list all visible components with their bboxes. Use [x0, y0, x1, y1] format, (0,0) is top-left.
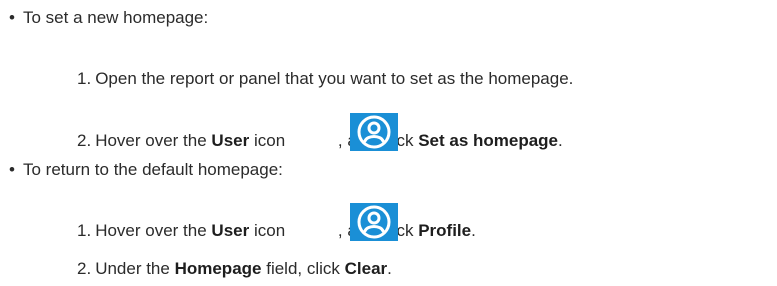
bullet-text: To set a new homepage: — [23, 8, 209, 27]
step-text: icon — [249, 131, 290, 150]
user-label: User — [211, 221, 250, 240]
step-text: icon — [249, 221, 290, 240]
step-under-homepage-clear: 2. Under the Homepage field, click Clear. — [77, 259, 392, 279]
step-text: field, click — [261, 259, 345, 278]
step-hover-user-profile: 1.Hover over the User icon , and click P… — [77, 221, 476, 241]
user-label: User — [211, 131, 250, 150]
bullet-item-return-default: • To return to the default homepage: — [9, 160, 283, 180]
step-open-report: 1. Open the report or panel that you want… — [77, 69, 573, 89]
step-number: 1. — [77, 221, 92, 240]
homepage-field-label: Homepage — [174, 259, 262, 278]
step-text: . — [471, 221, 476, 240]
step-text: Hover over the — [95, 131, 212, 150]
step-number: 1. — [77, 69, 92, 88]
clear-label: Clear — [344, 259, 388, 278]
step-text: . — [387, 259, 392, 278]
step-number: 2. — [77, 131, 92, 150]
step-text: . — [558, 131, 563, 150]
set-as-homepage-label: Set as homepage — [418, 131, 559, 150]
bullet-marker: • — [9, 160, 15, 179]
profile-label: Profile — [418, 221, 472, 240]
bullet-item-set-homepage: • To set a new homepage: — [9, 8, 208, 28]
step-number: 2. — [77, 259, 92, 278]
step-text: Under the — [95, 259, 175, 278]
step-hover-user-set-homepage: 2.Hover over the User icon , and click S… — [77, 131, 563, 151]
bullet-text: To return to the default homepage: — [23, 160, 283, 179]
step-text: Hover over the — [95, 221, 212, 240]
bullet-marker: • — [9, 8, 15, 27]
step-text: Open the report or panel that you want t… — [95, 69, 574, 88]
user-icon — [350, 113, 398, 151]
user-icon — [350, 203, 398, 241]
